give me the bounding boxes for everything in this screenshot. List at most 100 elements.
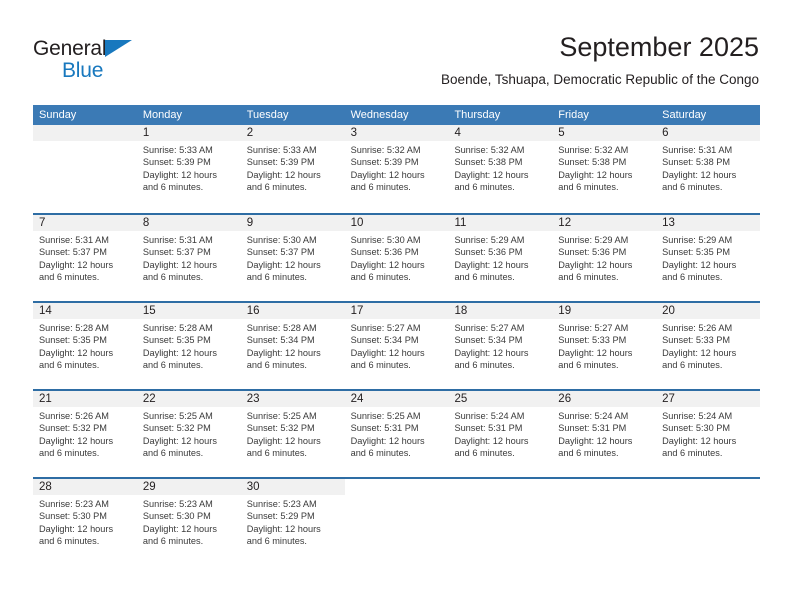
daylight-text-line2: and 6 minutes. bbox=[246, 448, 307, 459]
day-cell[interactable]: 27 Sunrise: 5:24 AM Sunset: 5:30 PM Dayligh… bbox=[656, 391, 760, 477]
day-cell-empty bbox=[656, 479, 760, 565]
sunset-text: Sunset: 5:37 PM bbox=[39, 247, 107, 258]
sunrise-text: Sunrise: 5:25 AM bbox=[350, 411, 421, 421]
day-sun-info: Sunrise: 5:30 AM Sunset: 5:36 PM Daylight:… bbox=[351, 234, 445, 284]
day-cell-empty bbox=[33, 125, 137, 213]
sunset-text: Sunset: 5:36 PM bbox=[350, 247, 419, 258]
day-cell[interactable]: 12 Sunrise: 5:29 AM Sunset: 5:36 PM Dayligh… bbox=[552, 215, 656, 301]
day-cell[interactable]: 8 Sunrise: 5:31 AM Sunset: 5:37 PM Daylight… bbox=[137, 215, 241, 301]
day-cell[interactable]: 26 Sunrise: 5:24 AM Sunset: 5:31 PM Dayligh… bbox=[552, 391, 656, 477]
daylight-text-line2: and 6 minutes. bbox=[454, 360, 515, 371]
sunrise-text: Sunrise: 5:27 AM bbox=[350, 323, 421, 333]
daylight-text-line1: Daylight: 12 hours bbox=[142, 259, 217, 270]
day-cell[interactable]: 24 Sunrise: 5:25 AM Sunset: 5:31 PM Dayligh… bbox=[345, 391, 449, 477]
sunset-text: Sunset: 5:31 PM bbox=[558, 423, 627, 434]
day-number: 16 bbox=[246, 305, 260, 317]
sunrise-text: Sunrise: 5:25 AM bbox=[246, 411, 317, 421]
day-number: 30 bbox=[246, 481, 260, 493]
sunrise-text: Sunrise: 5:27 AM bbox=[454, 323, 525, 333]
day-number: 2 bbox=[246, 127, 254, 139]
day-cell[interactable]: 28 Sunrise: 5:23 AM Sunset: 5:30 PM Dayligh… bbox=[33, 479, 137, 565]
day-number: 3 bbox=[350, 127, 357, 139]
sunset-text: Sunset: 5:33 PM bbox=[558, 335, 627, 346]
daylight-text-line2: and 6 minutes. bbox=[350, 272, 411, 283]
day-sun-info: Sunrise: 5:24 AM Sunset: 5:31 PM Daylight:… bbox=[454, 410, 548, 460]
sunset-text: Sunset: 5:32 PM bbox=[142, 423, 211, 434]
daylight-text-line2: and 6 minutes. bbox=[350, 182, 411, 193]
day-number: 23 bbox=[246, 393, 260, 405]
daylight-text-line2: and 6 minutes. bbox=[662, 182, 723, 193]
day-cell[interactable]: 4 Sunrise: 5:32 AM Sunset: 5:38 PM Daylight… bbox=[448, 125, 552, 213]
day-cell[interactable]: 13 Sunrise: 5:29 AM Sunset: 5:35 PM Dayligh… bbox=[656, 215, 760, 301]
daylight-text-line1: Daylight: 12 hours bbox=[246, 523, 321, 534]
daylight-text-line2: and 6 minutes. bbox=[39, 536, 100, 547]
day-cell[interactable]: 5 Sunrise: 5:32 AM Sunset: 5:38 PM Daylight… bbox=[552, 125, 656, 213]
sunset-text: Sunset: 5:39 PM bbox=[246, 157, 315, 168]
day-cell[interactable]: 23 Sunrise: 5:25 AM Sunset: 5:32 PM Dayligh… bbox=[241, 391, 345, 477]
day-number: 20 bbox=[662, 305, 675, 317]
day-sun-info: Sunrise: 5:31 AM Sunset: 5:37 PM Daylight:… bbox=[39, 234, 133, 284]
day-sun-info: Sunrise: 5:32 AM Sunset: 5:38 PM Daylight:… bbox=[558, 144, 652, 194]
sunset-text: Sunset: 5:31 PM bbox=[350, 423, 419, 434]
day-cell[interactable]: 30 Sunrise: 5:23 AM Sunset: 5:29 PM Dayligh… bbox=[241, 479, 345, 565]
day-cell[interactable]: 9 Sunrise: 5:30 AM Sunset: 5:37 PM Daylight… bbox=[241, 215, 345, 301]
logo-word-blue: Blue bbox=[62, 59, 104, 82]
daylight-text-line2: and 6 minutes. bbox=[246, 360, 307, 371]
week-cells: 21 Sunrise: 5:26 AM Sunset: 5:32 PM Dayligh… bbox=[33, 391, 760, 477]
sunset-text: Sunset: 5:30 PM bbox=[39, 511, 107, 522]
day-cell[interactable]: 7 Sunrise: 5:31 AM Sunset: 5:37 PM Daylight… bbox=[33, 215, 137, 301]
day-number: 4 bbox=[454, 127, 461, 139]
day-cell[interactable]: 25 Sunrise: 5:24 AM Sunset: 5:31 PM Dayligh… bbox=[448, 391, 552, 477]
day-number: 17 bbox=[350, 305, 364, 317]
day-number: 26 bbox=[558, 393, 572, 405]
day-cell[interactable]: 2 Sunrise: 5:33 AM Sunset: 5:39 PM Daylight… bbox=[241, 125, 345, 213]
day-cell[interactable]: 17 Sunrise: 5:27 AM Sunset: 5:34 PM Dayligh… bbox=[345, 303, 449, 389]
sunrise-text: Sunrise: 5:26 AM bbox=[39, 411, 109, 421]
day-sun-info: Sunrise: 5:32 AM Sunset: 5:39 PM Daylight:… bbox=[351, 144, 445, 194]
day-cell[interactable]: 15 Sunrise: 5:28 AM Sunset: 5:35 PM Dayligh… bbox=[137, 303, 241, 389]
day-cell[interactable]: 10 Sunrise: 5:30 AM Sunset: 5:36 PM Dayligh… bbox=[345, 215, 449, 301]
day-cell[interactable]: 11 Sunrise: 5:29 AM Sunset: 5:36 PM Dayligh… bbox=[448, 215, 552, 301]
day-number: 19 bbox=[558, 305, 572, 317]
day-number: 5 bbox=[558, 127, 565, 139]
day-cell[interactable]: 18 Sunrise: 5:27 AM Sunset: 5:34 PM Dayligh… bbox=[448, 303, 552, 389]
day-number: 15 bbox=[142, 305, 156, 317]
week-cells: 28 Sunrise: 5:23 AM Sunset: 5:30 PM Dayligh… bbox=[33, 479, 760, 565]
day-cell[interactable]: 6 Sunrise: 5:31 AM Sunset: 5:38 PM Daylight… bbox=[656, 125, 760, 213]
sunset-text: Sunset: 5:37 PM bbox=[142, 247, 211, 258]
day-cell[interactable]: 22 Sunrise: 5:25 AM Sunset: 5:32 PM Dayligh… bbox=[137, 391, 241, 477]
daylight-text-line2: and 6 minutes. bbox=[662, 448, 723, 459]
daylight-text-line1: Daylight: 12 hours bbox=[350, 169, 425, 180]
day-cell[interactable]: 29 Sunrise: 5:23 AM Sunset: 5:30 PM Dayligh… bbox=[137, 479, 241, 565]
sunrise-text: Sunrise: 5:28 AM bbox=[246, 323, 317, 333]
day-sun-info: Sunrise: 5:28 AM Sunset: 5:34 PM Daylight:… bbox=[247, 322, 341, 372]
daylight-text-line2: and 6 minutes. bbox=[142, 182, 204, 193]
day-sun-info: Sunrise: 5:24 AM Sunset: 5:31 PM Daylight:… bbox=[558, 410, 652, 460]
day-number: 9 bbox=[246, 217, 254, 229]
day-cell[interactable]: 3 Sunrise: 5:32 AM Sunset: 5:39 PM Daylight… bbox=[345, 125, 449, 213]
weekday-header-sunday: Sunday bbox=[39, 109, 77, 121]
day-cell[interactable]: 16 Sunrise: 5:28 AM Sunset: 5:34 PM Dayligh… bbox=[241, 303, 345, 389]
daylight-text-line1: Daylight: 12 hours bbox=[662, 347, 737, 358]
daylight-text-line2: and 6 minutes. bbox=[662, 272, 723, 283]
daylight-text-line2: and 6 minutes. bbox=[39, 360, 100, 371]
day-sun-info: Sunrise: 5:33 AM Sunset: 5:39 PM Daylight:… bbox=[247, 144, 341, 194]
day-cell[interactable]: 20 Sunrise: 5:26 AM Sunset: 5:33 PM Dayligh… bbox=[656, 303, 760, 389]
daylight-text-line1: Daylight: 12 hours bbox=[350, 435, 425, 446]
day-cell[interactable]: 14 Sunrise: 5:28 AM Sunset: 5:35 PM Dayligh… bbox=[33, 303, 137, 389]
day-cell[interactable]: 19 Sunrise: 5:27 AM Sunset: 5:33 PM Dayligh… bbox=[552, 303, 656, 389]
day-number: 18 bbox=[454, 305, 468, 317]
sunset-text: Sunset: 5:38 PM bbox=[558, 157, 627, 168]
logo-triangle-icon bbox=[105, 40, 132, 57]
day-cell[interactable]: 1 Sunrise: 5:33 AM Sunset: 5:39 PM Daylight… bbox=[137, 125, 241, 213]
daylight-text-line1: Daylight: 12 hours bbox=[142, 169, 217, 180]
day-number: 22 bbox=[142, 393, 156, 405]
daylight-text-line1: Daylight: 12 hours bbox=[39, 259, 114, 270]
daylight-text-line1: Daylight: 12 hours bbox=[39, 435, 114, 446]
day-cell[interactable]: 21 Sunrise: 5:26 AM Sunset: 5:32 PM Dayligh… bbox=[33, 391, 137, 477]
day-sun-info: Sunrise: 5:28 AM Sunset: 5:35 PM Daylight:… bbox=[143, 322, 237, 372]
title-block: September 2025 Boende, Tshuapa, Democrat… bbox=[441, 30, 759, 90]
sunset-text: Sunset: 5:35 PM bbox=[39, 335, 107, 346]
sunrise-text: Sunrise: 5:24 AM bbox=[454, 411, 525, 421]
calendar-week-row: 7 Sunrise: 5:31 AM Sunset: 5:37 PM Daylight… bbox=[33, 213, 760, 301]
